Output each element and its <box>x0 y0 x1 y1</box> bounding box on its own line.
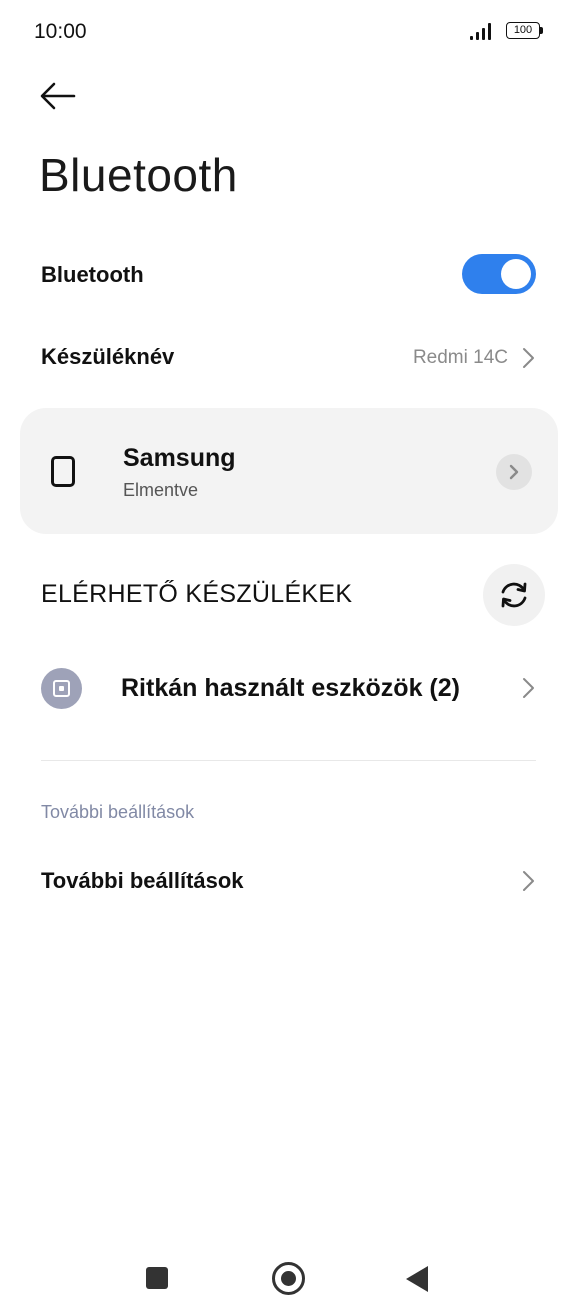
battery-tip <box>540 27 543 34</box>
chevron-right-icon <box>523 678 534 698</box>
status-time: 10:00 <box>34 20 87 43</box>
more-settings-subheader: További beállítások <box>41 802 195 822</box>
device-name-row[interactable]: Készüléknév Redmi 14C <box>0 326 577 388</box>
toggle-knob <box>501 259 531 289</box>
available-devices-title: ELÉRHETŐ KÉSZÜLÉKEK <box>41 580 353 608</box>
system-back-button[interactable] <box>406 1266 428 1292</box>
refresh-icon <box>501 582 527 608</box>
bluetooth-toggle[interactable] <box>462 254 536 294</box>
circle-home-icon <box>281 1271 296 1286</box>
status-bar: 10:00 100 <box>0 0 577 64</box>
chevron-right-icon <box>509 464 519 480</box>
arrow-left-icon <box>40 82 76 110</box>
signal-bars-icon <box>470 22 496 40</box>
navigation-bar <box>0 1240 577 1316</box>
more-settings-label: További beállítások <box>41 868 244 893</box>
chevron-right-icon <box>523 871 534 891</box>
more-settings-row[interactable]: További beállítások <box>0 850 577 912</box>
device-name-label: Készüléknév <box>41 344 175 369</box>
device-box-icon <box>41 668 82 709</box>
recents-button[interactable] <box>146 1267 168 1289</box>
bluetooth-label: Bluetooth <box>41 262 144 287</box>
device-name-value: Redmi 14C <box>412 347 508 368</box>
refresh-button[interactable] <box>483 564 545 626</box>
home-button[interactable] <box>272 1262 305 1295</box>
saved-device-card[interactable]: Samsung Elmentve <box>20 408 558 534</box>
phone-icon <box>51 456 75 487</box>
battery-icon: 100 <box>506 22 540 39</box>
device-details-button[interactable] <box>496 454 532 490</box>
divider <box>41 760 536 761</box>
rare-devices-label: Ritkán használt eszközök (2) <box>121 674 460 702</box>
page-title: Bluetooth <box>39 149 238 201</box>
saved-device-name: Samsung <box>123 444 236 472</box>
chevron-right-icon <box>523 348 534 368</box>
back-button[interactable] <box>30 74 86 120</box>
battery-level: 100 <box>513 24 533 36</box>
saved-device-status: Elmentve <box>123 480 199 500</box>
